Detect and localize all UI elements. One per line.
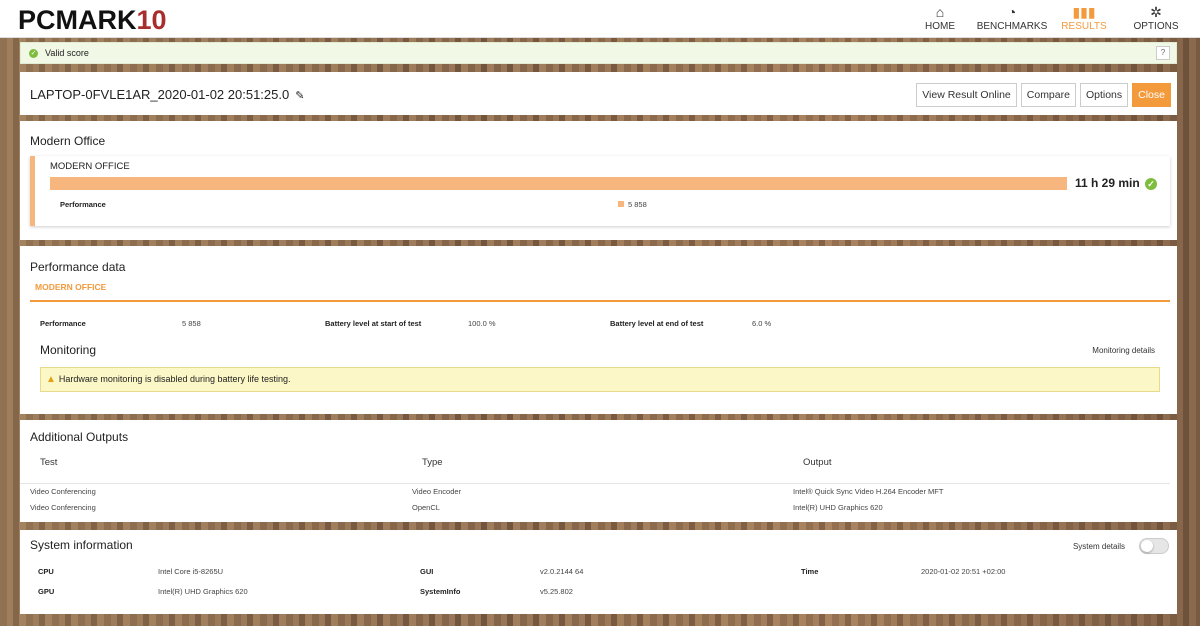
battery-start-value: 100.0 % [468,319,496,328]
systeminfo-value: v5.25.802 [540,587,573,596]
gpu-label: GPU [38,587,55,596]
nav-results-label: RESULTS [1061,21,1107,32]
monitoring-details-link[interactable]: Monitoring details [1092,346,1155,355]
monitoring-warning: ▲ Hardware monitoring is disabled during … [40,367,1160,392]
system-information-panel: System information System details CPU In… [20,530,1177,614]
nav-benchmarks[interactable]: ◔ BENCHMARKS [976,0,1048,38]
performance-value: 5 858 [182,319,201,328]
performance-value: 5 858 [628,200,647,209]
column-header-test: Test [40,457,58,468]
options-button[interactable]: Options [1079,83,1129,107]
gui-label: GUI [420,567,434,576]
table-cell: Intel(R) UHD Graphics 620 [793,503,883,512]
bar-chart-icon: ▮▮▮ [1072,4,1096,20]
gui-value: v2.0.2144 64 [540,567,584,576]
warning-text: Hardware monitoring is disabled during b… [58,374,291,384]
toggle-knob [1141,540,1153,552]
top-bar: PCMARK10 ⌂ HOME ◔ BENCHMARKS ▮▮▮ RESULTS… [0,0,1200,38]
score-bar [50,177,1067,190]
score-text: 11 h 29 min [1075,176,1140,190]
performance-data-panel: Performance data MODERN OFFICE Performan… [20,246,1177,414]
nav-benchmarks-label: BENCHMARKS [976,21,1048,32]
system-details-toggle[interactable] [1139,538,1169,554]
section-title: System information [30,538,133,552]
close-button[interactable]: Close [1132,83,1171,107]
table-cell: Video Conferencing [30,503,96,512]
home-icon: ⌂ [935,4,945,20]
system-details-label: System details [1072,542,1125,551]
gear-icon: ✲ [1150,4,1162,20]
tab-modern-office[interactable]: MODERN OFFICE [30,282,106,292]
table-cell: OpenCL [412,503,440,512]
table-cell: Intel® Quick Sync Video H.264 Encoder MF… [793,487,944,496]
warning-icon: ▲ [46,374,56,385]
table-cell: Video Conferencing [30,487,96,496]
result-name-text: LAPTOP-0FVLE1AR_2020-01-02 20:51:25.0 [30,87,290,102]
header-divider [20,483,1170,484]
performance-label: Performance [60,200,106,209]
battery-end-label: Battery level at end of test [610,319,704,328]
cpu-label: CPU [38,567,54,576]
additional-outputs-panel: Additional Outputs Test Type Output Vide… [20,420,1177,522]
monitoring-title: Monitoring [40,343,97,357]
modern-office-card: MODERN OFFICE 11 h 29 min ✓ Performance … [30,156,1170,226]
nav-home[interactable]: ⌂ HOME [904,0,976,38]
help-button[interactable]: ? [1156,46,1170,60]
check-icon: ✓ [29,48,38,58]
gauge-icon: ◔ [1007,4,1017,20]
time-label: Time [801,567,819,576]
valid-score-text: Valid score [45,48,89,58]
pcmark-logo: PCMARK10 [18,5,167,35]
cpu-value: Intel Core i5-8265U [158,567,224,576]
legend-swatch [618,201,624,207]
nav-options[interactable]: ✲ OPTIONS [1120,0,1192,38]
column-header-type: Type [422,457,443,468]
time-value: 2020-01-02 20:51 +02:00 [921,567,1006,576]
table-cell: Video Encoder [412,487,462,496]
check-circle-icon: ✓ [1145,178,1158,190]
nav-options-label: OPTIONS [1133,21,1179,32]
section-title: Performance data [30,260,126,274]
result-title: LAPTOP-0FVLE1AR_2020-01-02 20:51:25.0 ✎ [30,87,304,102]
tab-underline [30,300,1170,302]
result-header: LAPTOP-0FVLE1AR_2020-01-02 20:51:25.0 ✎ V… [20,72,1177,115]
systeminfo-label: SystemInfo [420,587,461,596]
battery-end-value: 6.0 % [752,319,772,328]
section-title: Modern Office [30,134,106,148]
view-result-online-button[interactable]: View Result Online [916,83,1017,107]
compare-button[interactable]: Compare [1020,83,1076,107]
modern-office-panel: Modern Office MODERN OFFICE 11 h 29 min … [20,121,1177,240]
section-title: Additional Outputs [30,430,129,444]
valid-score-banner: ✓ Valid score ? [20,42,1177,64]
battery-life-score: 11 h 29 min ✓ [1075,176,1158,190]
header-buttons: View Result Online Compare Options Close [916,83,1171,107]
nav-home-label: HOME [925,21,955,32]
main-nav: ⌂ HOME ◔ BENCHMARKS ▮▮▮ RESULTS ✲ OPTION… [904,0,1192,38]
performance-label: Performance [40,319,86,328]
card-title: MODERN OFFICE [50,161,130,172]
column-header-output: Output [803,457,832,468]
gpu-value: Intel(R) UHD Graphics 620 [158,587,248,596]
battery-start-label: Battery level at start of test [325,319,422,328]
nav-results[interactable]: ▮▮▮ RESULTS [1048,0,1120,38]
edit-pencil-icon[interactable]: ✎ [295,90,304,102]
